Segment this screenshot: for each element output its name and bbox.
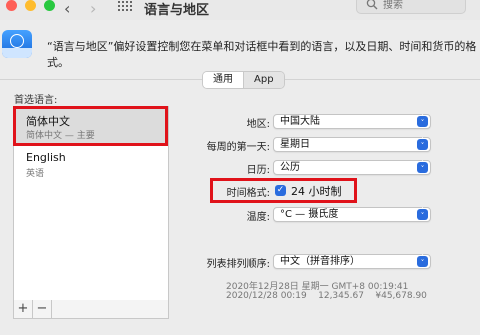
highlight-box-language [13, 106, 168, 146]
tab-general[interactable]: 通用 [203, 72, 244, 88]
list-sort-popup[interactable]: 中文（拼音排序） ˄ ˅ [273, 254, 431, 269]
chevron-updown-icon: ˄ ˅ [417, 255, 428, 267]
calendar-value: 公历 [280, 162, 300, 173]
list-footer: + − [13, 300, 169, 319]
first-day-label: 每周的第一天: [206, 142, 270, 153]
chevron-updown-icon: ˄ ˅ [417, 115, 428, 127]
calendar-label: 日历: [246, 165, 270, 176]
region-label: 地区: [246, 119, 270, 130]
language-name: English [26, 151, 66, 164]
region-value: 中国大陆 [280, 116, 320, 127]
search-icon [366, 0, 378, 10]
chevron-updown-icon: ˄ ˅ [417, 208, 428, 220]
temperature-label: 温度: [246, 212, 270, 223]
minimize-window-button[interactable] [25, 0, 36, 11]
region-popup[interactable]: 中国大陆 ˄ ˅ [273, 114, 431, 129]
title-bar: ‹ › 语言与地区 [0, 0, 480, 20]
window-title: 语言与地区 [144, 3, 210, 18]
format-sample-numbers: 2020/12/28 00:19 12,345.67 ¥45,678.90 [226, 291, 427, 301]
chevron-right-icon[interactable]: › [90, 0, 96, 18]
remove-language-button[interactable]: − [33, 300, 52, 318]
calendar-popup[interactable]: 公历 ˄ ˅ [273, 160, 431, 175]
list-sort-value: 中文（拼音排序） [280, 256, 360, 267]
chevron-updown-icon: ˄ ˅ [417, 138, 428, 150]
language-subtitle: 英语 [26, 169, 45, 179]
list-item-english[interactable]: English 英语 [14, 145, 168, 183]
chevron-updown-icon: ˄ ˅ [417, 161, 428, 173]
globe-icon [10, 34, 24, 48]
preferred-languages-label: 首选语言: [14, 95, 58, 106]
first-day-popup[interactable]: 星期日 ˄ ˅ [273, 137, 431, 152]
add-language-button[interactable]: + [14, 300, 33, 318]
header-description: “语言与地区”偏好设置控制您在菜单和对话框中看到的语言，以及日期、时间和货币的格… [47, 40, 477, 69]
tab-bar: 通用 App [202, 71, 285, 89]
chevron-left-icon[interactable]: ‹ [64, 0, 70, 18]
highlight-box-time-format [210, 178, 357, 203]
language-flag-icon [2, 30, 32, 58]
close-window-button[interactable] [6, 0, 17, 11]
grid-icon[interactable] [118, 1, 132, 12]
search-field[interactable] [356, 0, 466, 14]
zoom-window-button[interactable] [44, 0, 55, 11]
flag-base [2, 48, 32, 58]
tab-apps[interactable]: App [244, 72, 284, 88]
first-day-value: 星期日 [280, 139, 310, 150]
list-sort-label: 列表排列顺序: [206, 259, 270, 270]
temperature-value: °C — 摄氏度 [280, 209, 339, 220]
search-input[interactable] [383, 0, 463, 13]
temperature-popup[interactable]: °C — 摄氏度 ˄ ˅ [273, 207, 431, 222]
